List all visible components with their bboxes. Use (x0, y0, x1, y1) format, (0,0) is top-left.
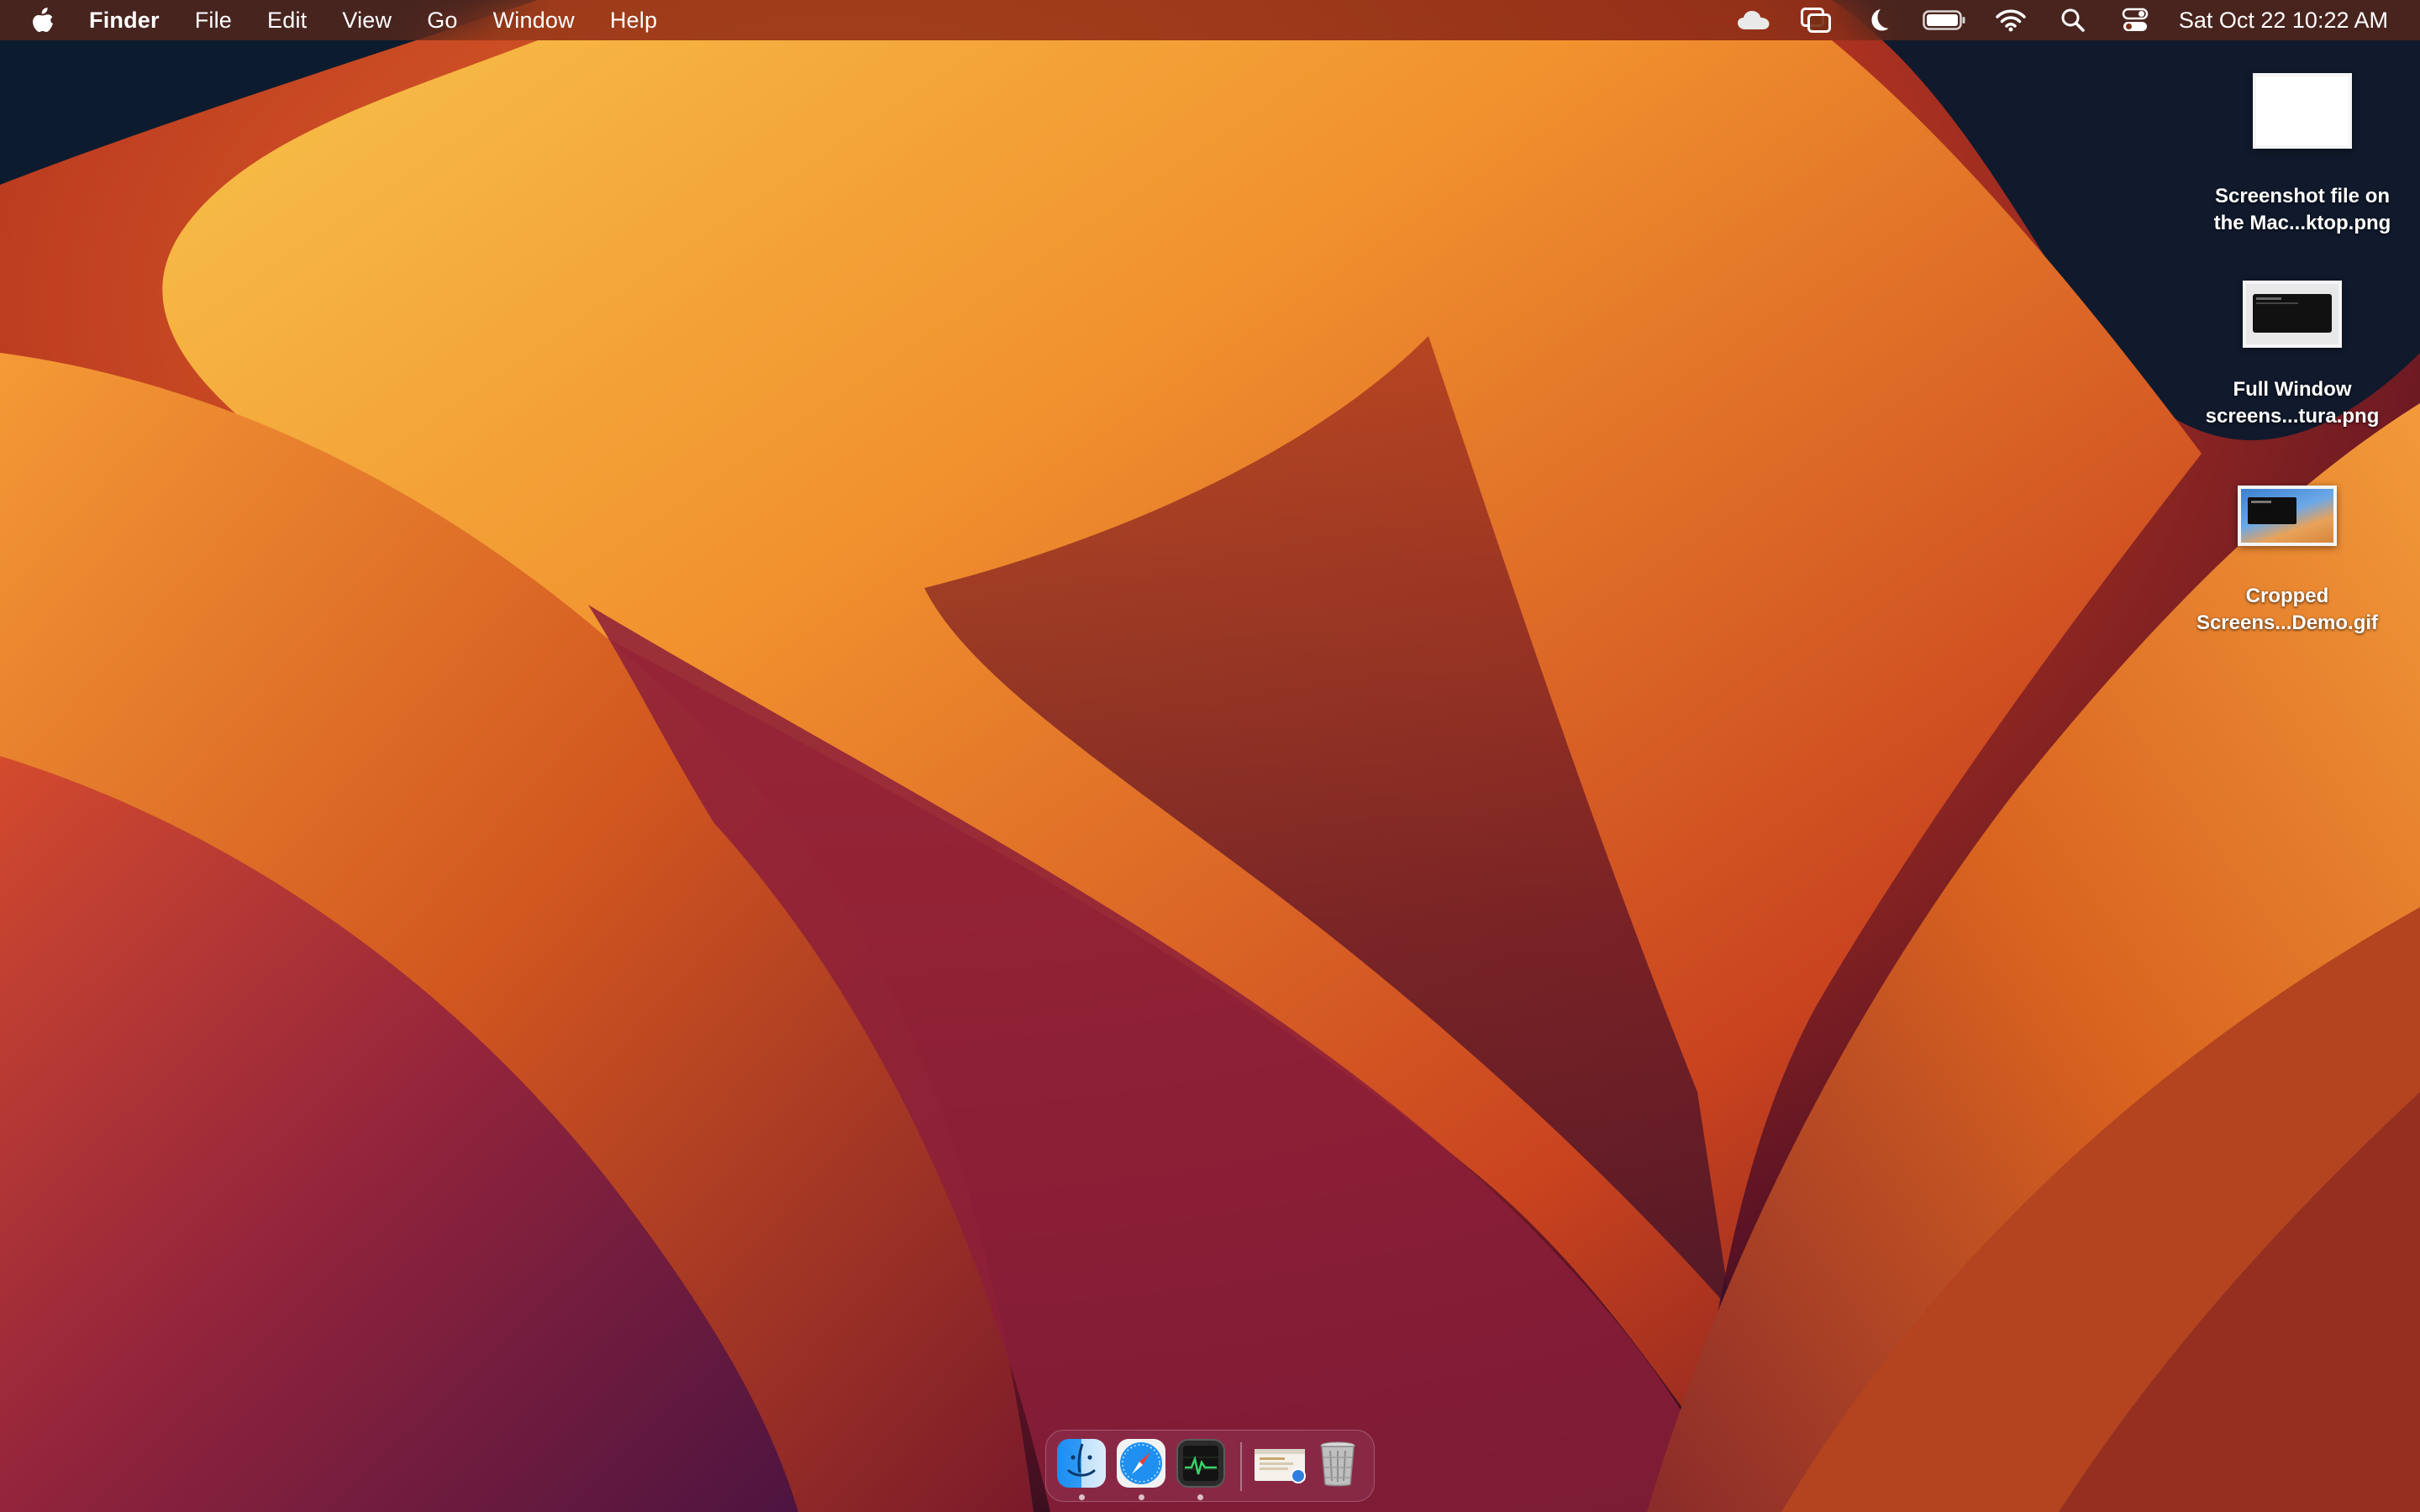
dock-document-preview-icon[interactable] (1253, 1439, 1306, 1488)
file-name-line2: screens...tura.png (2205, 405, 2380, 428)
file-thumbnail-blank (2253, 73, 2352, 149)
menu-help[interactable]: Help (610, 8, 657, 34)
desktop-file-full-window[interactable]: Full Window screens...tura.png (2175, 262, 2410, 430)
dock (1045, 1430, 1375, 1502)
wallpaper (0, 0, 2420, 1512)
file-name-line1: Cropped (2245, 585, 2329, 607)
desktop-file-cropped[interactable]: Cropped Screens...Demo.gif (2170, 464, 2405, 637)
menu-window[interactable]: Window (493, 8, 575, 34)
window-switcher-icon[interactable] (1797, 3, 1834, 37)
dock-safari-icon[interactable] (1117, 1439, 1165, 1488)
file-thumbnail-terminal (2243, 281, 2342, 348)
battery-icon[interactable] (1922, 3, 1967, 37)
wifi-icon[interactable] (1992, 3, 2029, 37)
activity-monitor-running-indicator (1197, 1494, 1203, 1500)
menu-file[interactable]: File (195, 8, 232, 34)
menu-go[interactable]: Go (427, 8, 457, 34)
menu-bar: Finder File Edit View Go Window Help Sat… (0, 0, 2420, 40)
menu-view[interactable]: View (342, 8, 392, 34)
file-name-line2: Screens...Demo.gif (2196, 612, 2379, 634)
dock-separator (1240, 1442, 1242, 1491)
dock-finder-icon[interactable] (1057, 1439, 1106, 1488)
dock-activity-monitor-icon[interactable] (1176, 1439, 1225, 1488)
menu-app-name[interactable]: Finder (89, 8, 160, 34)
safari-running-indicator (1139, 1494, 1144, 1500)
file-name-line1: Full Window (2233, 378, 2352, 401)
search-icon[interactable] (2054, 3, 2091, 37)
control-center-icon[interactable] (2117, 3, 2154, 37)
dock-trash-icon[interactable] (1313, 1439, 1362, 1488)
file-thumbnail-desktop (2238, 486, 2337, 546)
icloud-icon[interactable] (1735, 3, 1772, 37)
file-name-line2: the Mac...ktop.png (2213, 212, 2391, 234)
desktop[interactable]: Finder File Edit View Go Window Help Sat… (0, 0, 2420, 1512)
file-name-line1: Screenshot file on (2214, 185, 2391, 207)
menu-edit[interactable]: Edit (267, 8, 307, 34)
moon-icon[interactable] (1860, 3, 1897, 37)
finder-running-indicator (1079, 1494, 1085, 1500)
apple-menu-icon[interactable] (30, 3, 59, 37)
desktop-file-screenshot[interactable]: Screenshot file on the Mac...ktop.png (2185, 57, 2420, 237)
menu-clock[interactable]: Sat Oct 22 10:22 AM (2179, 8, 2388, 34)
